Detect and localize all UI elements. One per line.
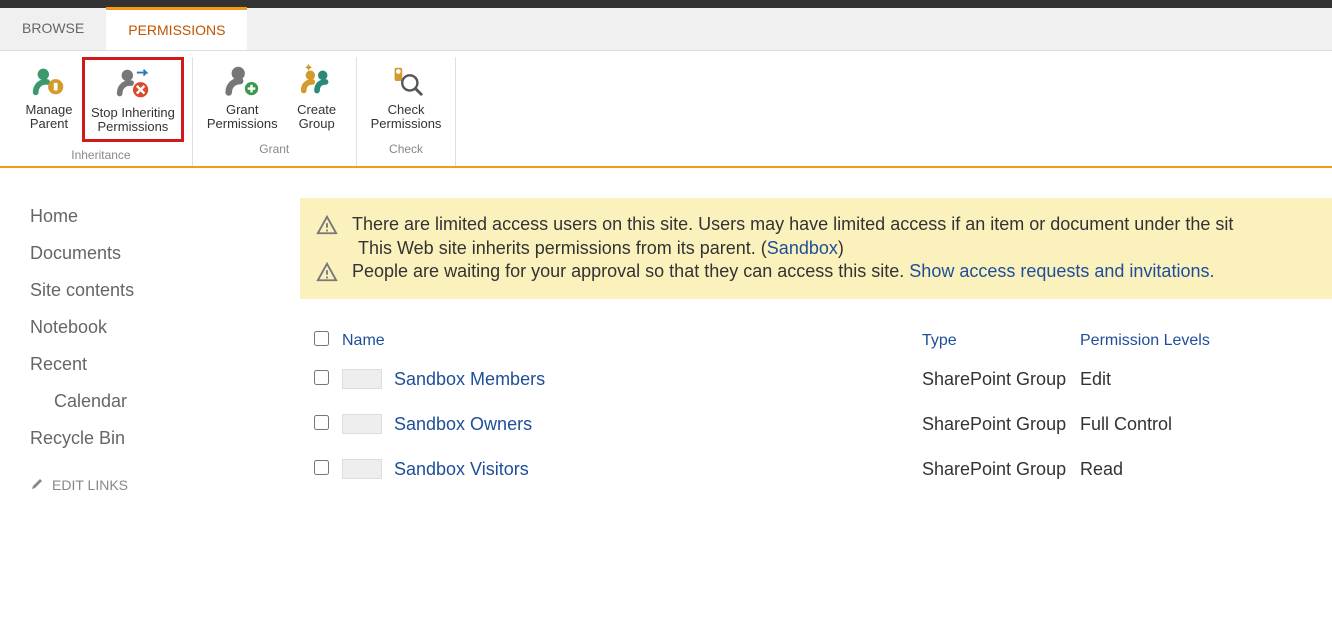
row-permission: Full Control [1080,414,1332,435]
edit-links-label: EDIT LINKS [52,477,128,493]
notice-banner: There are limited access users on this s… [300,198,1332,299]
group-icon [342,459,382,479]
manage-parent-icon [29,61,69,101]
row-type: SharePoint Group [922,369,1080,390]
nav-recent[interactable]: Recent [30,346,300,383]
nav-notebook[interactable]: Notebook [30,309,300,346]
create-group-label: Create Group [297,103,336,132]
content-area: There are limited access users on this s… [300,198,1332,494]
edit-links-button[interactable]: EDIT LINKS [30,477,300,494]
permissions-table: Name Type Permission Levels Sandbox Memb… [300,325,1332,492]
parent-site-link[interactable]: Sandbox [767,238,838,258]
show-access-requests-link[interactable]: Show access requests and invitations. [909,261,1214,281]
table-row: Sandbox Members SharePoint Group Edit [300,357,1332,402]
grant-permissions-button[interactable]: Grant Permissions [201,57,284,136]
ribbon-group-inheritance: Manage Parent Stop Inheriting Permission… [10,57,193,166]
create-group-icon: ✦ [297,61,337,101]
row-checkbox[interactable] [314,415,329,430]
row-permission: Edit [1080,369,1332,390]
group-name-link[interactable]: Sandbox Owners [394,414,532,435]
stop-inheriting-permissions-button[interactable]: Stop Inheriting Permissions [82,57,184,142]
group-name-inheritance: Inheritance [18,148,184,162]
ribbon-group-grant: Grant Permissions ✦ Create Group Grant [193,57,357,166]
nav-calendar[interactable]: Calendar [30,383,300,420]
tab-permissions[interactable]: PERMISSIONS [106,7,247,50]
row-type: SharePoint Group [922,414,1080,435]
group-icon [342,369,382,389]
row-permission: Read [1080,459,1332,480]
nav-documents[interactable]: Documents [30,235,300,272]
nav-home[interactable]: Home [30,198,300,235]
row-type: SharePoint Group [922,459,1080,480]
check-permissions-label: Check Permissions [371,103,442,132]
notice-inherits-suffix: ) [838,238,844,258]
group-name-grant: Grant [201,142,348,156]
header-type[interactable]: Type [922,332,1080,350]
grant-permissions-icon [222,61,262,101]
notice-limited-access-text: There are limited access users on this s… [352,214,1233,235]
header-name[interactable]: Name [342,332,922,350]
group-name-link[interactable]: Sandbox Members [394,369,545,390]
stop-inheriting-icon [113,64,153,104]
check-permissions-button[interactable]: Check Permissions [365,57,448,136]
row-checkbox[interactable] [314,460,329,475]
table-row: Sandbox Visitors SharePoint Group Read [300,447,1332,492]
notice-approval-prefix: People are waiting for your approval so … [352,261,909,281]
left-nav: Home Documents Site contents Notebook Re… [30,198,300,494]
select-all-checkbox[interactable] [314,331,329,346]
ribbon-tabstrip: BROWSE PERMISSIONS [0,8,1332,51]
grant-permissions-label: Grant Permissions [207,103,278,132]
group-name-link[interactable]: Sandbox Visitors [394,459,529,480]
tab-browse[interactable]: BROWSE [0,8,106,50]
manage-parent-label: Manage Parent [26,103,73,132]
group-icon [342,414,382,434]
main-area: Home Documents Site contents Notebook Re… [0,168,1332,494]
notice-inherits-prefix: This Web site inherits permissions from … [358,238,767,258]
stop-inheriting-label: Stop Inheriting Permissions [91,106,175,135]
nav-site-contents[interactable]: Site contents [30,272,300,309]
ribbon-group-check: Check Permissions Check [357,57,457,166]
table-header: Name Type Permission Levels [300,325,1332,357]
table-row: Sandbox Owners SharePoint Group Full Con… [300,402,1332,447]
group-name-check: Check [365,142,448,156]
manage-parent-button[interactable]: Manage Parent [18,57,80,142]
create-group-button[interactable]: ✦ Create Group [286,57,348,136]
header-permission-levels[interactable]: Permission Levels [1080,332,1332,350]
warning-icon [316,261,338,283]
warning-icon [316,214,338,236]
row-checkbox[interactable] [314,370,329,385]
check-permissions-icon [386,61,426,101]
svg-text:✦: ✦ [303,63,313,75]
ribbon: Manage Parent Stop Inheriting Permission… [0,51,1332,168]
pencil-icon [30,477,44,494]
nav-recycle-bin[interactable]: Recycle Bin [30,420,300,457]
